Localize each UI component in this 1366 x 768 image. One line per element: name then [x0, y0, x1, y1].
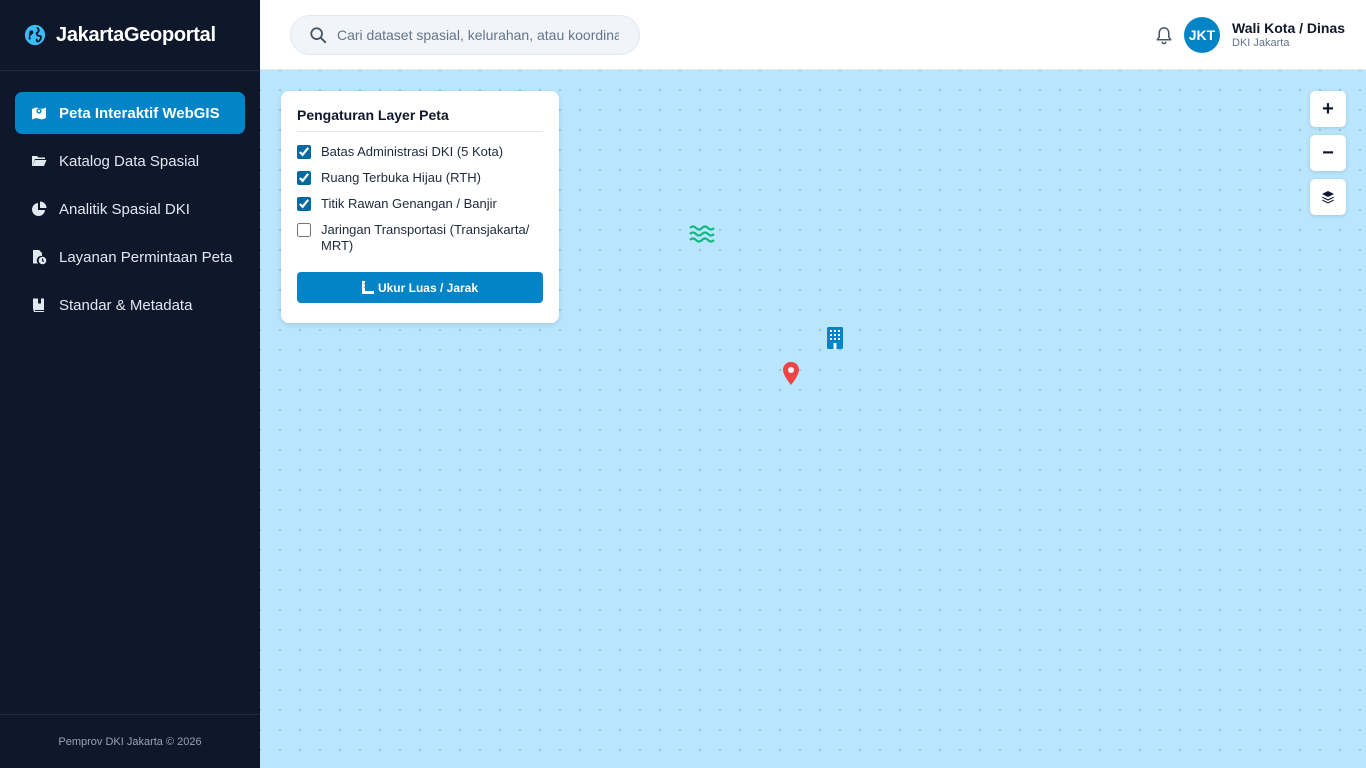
layer-row-rth[interactable]: Ruang Terbuka Hijau (RTH) — [297, 170, 543, 186]
sidebar-footer: Pemprov DKI Jakarta © 2026 — [0, 714, 260, 768]
sidebar-item-webgis[interactable]: Peta Interaktif WebGIS — [15, 92, 245, 134]
layer-label: Jaringan Transportasi (Transjakarta/ MRT… — [321, 222, 530, 253]
avatar[interactable]: JKT — [1184, 17, 1220, 53]
folder-icon — [30, 153, 48, 169]
sidebar-item-label: Katalog Data Spasial — [59, 152, 200, 170]
zoom-out-button[interactable]: − — [1310, 135, 1346, 171]
brand[interactable]: JakartaGeoportal — [0, 0, 260, 71]
measure-button-label: Ukur Luas / Jarak — [377, 280, 479, 295]
bell-icon[interactable] — [1155, 26, 1173, 45]
zoom-in-button[interactable]: + — [1310, 91, 1346, 127]
sidebar-item-standar[interactable]: Standar & Metadata — [15, 284, 245, 326]
layer-label: Ruang Terbuka Hijau (RTH) — [321, 170, 481, 185]
layer-panel: Pengaturan Layer Peta Batas Administrasi… — [281, 91, 559, 323]
user-name: Wali Kota / Dinas — [1232, 20, 1346, 36]
pie-chart-icon — [30, 201, 48, 217]
sidebar: JakartaGeoportal Peta Interaktif WebGIS … — [0, 0, 260, 768]
sidebar-item-label: Layanan Permintaan Peta — [59, 248, 233, 266]
top-header: JKT Wali Kota / Dinas DKI Jakarta — [260, 0, 1366, 70]
file-clock-icon — [30, 249, 48, 265]
sidebar-nav: Peta Interaktif WebGIS Katalog Data Spas… — [0, 71, 260, 326]
building-icon[interactable] — [826, 327, 844, 349]
layer-row-batas-administrasi[interactable]: Batas Administrasi DKI (5 Kota) — [297, 144, 543, 160]
layer-label: Batas Administrasi DKI (5 Kota) — [321, 144, 504, 159]
user-organization: DKI Jakarta — [1232, 37, 1290, 49]
sidebar-item-analitik[interactable]: Analitik Spasial DKI — [15, 188, 245, 230]
sidebar-item-label: Analitik Spasial DKI — [59, 200, 190, 218]
layer-row-transportasi[interactable]: Jaringan Transportasi (Transjakarta/ MRT… — [297, 222, 543, 254]
map-canvas[interactable]: Pengaturan Layer Peta Batas Administrasi… — [260, 70, 1366, 768]
layer-checkbox-rth[interactable] — [297, 171, 311, 185]
book-icon — [30, 297, 48, 313]
brand-name: JakartaGeoportal — [56, 23, 216, 46]
layers-button[interactable] — [1310, 179, 1346, 215]
search-input[interactable] — [337, 27, 619, 43]
layers-icon — [1322, 191, 1334, 204]
map-icon — [30, 105, 48, 121]
panel-title: Pengaturan Layer Peta — [297, 107, 543, 132]
sidebar-item-label: Standar & Metadata — [59, 296, 193, 314]
sidebar-item-label: Peta Interaktif WebGIS — [59, 104, 220, 122]
layer-checkbox-batas-administrasi[interactable] — [297, 145, 311, 159]
globe-icon — [24, 24, 46, 46]
search-icon — [310, 27, 327, 44]
layer-checkbox-banjir[interactable] — [297, 197, 311, 211]
measure-button[interactable]: Ukur Luas / Jarak — [297, 272, 543, 303]
layer-checkbox-transportasi[interactable] — [297, 223, 311, 237]
sidebar-item-katalog[interactable]: Katalog Data Spasial — [15, 140, 245, 182]
ruler-icon — [361, 281, 374, 294]
water-waves-icon[interactable] — [689, 225, 715, 243]
map-pin-icon[interactable] — [782, 362, 800, 385]
layer-label: Titik Rawan Genangan / Banjir — [321, 196, 497, 211]
search-box[interactable] — [290, 15, 640, 55]
layer-row-banjir[interactable]: Titik Rawan Genangan / Banjir — [297, 196, 543, 212]
sidebar-item-layanan[interactable]: Layanan Permintaan Peta — [15, 236, 245, 278]
